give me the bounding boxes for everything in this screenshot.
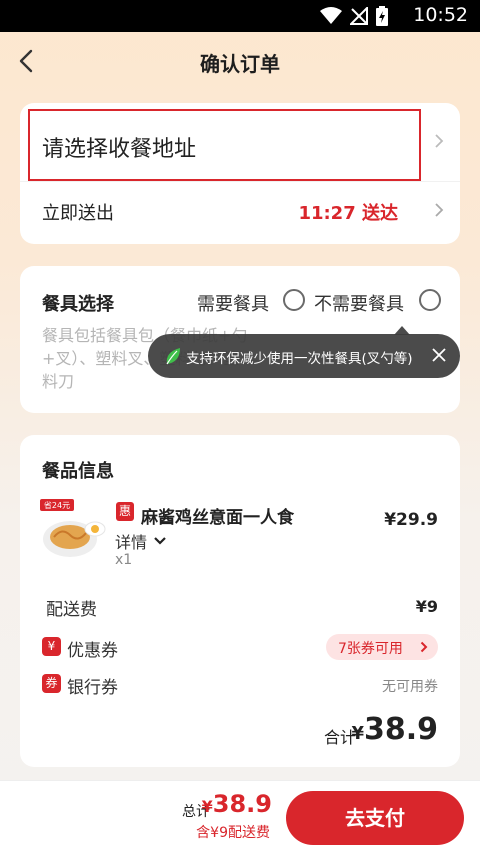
status-bar: 10:52: [0, 0, 480, 32]
chevron-right-icon: [420, 641, 428, 653]
address-card: 请选择收餐地址 立即送出 11:27 送达: [20, 103, 460, 244]
image-promo-text: 省24元: [44, 500, 70, 510]
nav-bar: 确认订单: [0, 32, 480, 90]
chevron-down-icon: [154, 537, 166, 545]
delivery-fee-label: 配送费: [46, 600, 97, 620]
delivery-fee-value: ¥9: [415, 597, 438, 616]
tooltip-text: 支持环保减少使用一次性餐具(叉勺等): [186, 351, 413, 367]
chevron-right-icon: [435, 134, 444, 148]
leaf-icon: [166, 348, 180, 365]
option-need-utensils-radio[interactable]: [283, 289, 305, 311]
wifi-icon: [320, 7, 342, 24]
battery-charging-icon: [376, 6, 388, 26]
coupon-icon: ¥: [42, 637, 61, 656]
grand-total-currency: ¥: [201, 797, 213, 816]
chevron-right-icon: [435, 203, 444, 217]
option-no-utensils-label[interactable]: 不需要餐具: [314, 290, 404, 316]
option-need-utensils-label[interactable]: 需要餐具: [197, 290, 269, 316]
checkout-bar: 总计 ¥38.9 含¥9配送费 去支付: [0, 780, 480, 853]
delivery-time-row[interactable]: 立即送出 11:27 送达: [20, 181, 460, 241]
discount-badge: 惠: [116, 502, 134, 521]
coupon-available-button[interactable]: 7张券可用: [326, 634, 438, 660]
address-placeholder: 请选择收餐地址: [42, 137, 197, 162]
meal-info-title: 餐品信息: [42, 461, 114, 482]
option-no-utensils-radio[interactable]: [419, 289, 441, 311]
meal-info-card: 餐品信息 省24元 惠 麻酱鸡丝意面一人食 ¥29.9 详情 x1 配送费 ¥9…: [20, 435, 460, 767]
grand-total-value: ¥38.9: [202, 790, 272, 818]
page-title: 确认订单: [200, 52, 280, 76]
subtotal-amount: 38.9: [363, 712, 438, 747]
address-selector[interactable]: 请选择收餐地址: [28, 109, 421, 181]
delivery-eta: 11:27 送达: [298, 203, 398, 224]
item-details-toggle[interactable]: 详情: [115, 529, 167, 553]
item-name: 麻酱鸡丝意面一人食: [141, 508, 294, 528]
bank-coupon-label: 银行券: [67, 678, 118, 698]
bank-coupon-value: 无可用券: [382, 679, 438, 695]
bank-coupon-icon: 券: [42, 674, 61, 693]
no-signal-icon: [350, 7, 368, 25]
eco-tooltip: 支持环保减少使用一次性餐具(叉勺等): [148, 334, 460, 378]
delivery-label: 立即送出: [42, 203, 114, 224]
details-label: 详情: [115, 533, 148, 552]
grand-total-amount: 38.9: [212, 790, 272, 818]
close-icon[interactable]: [432, 348, 446, 362]
item-quantity: x1: [115, 552, 133, 568]
subtotal-currency: ¥: [351, 723, 364, 744]
status-icons: [320, 6, 388, 26]
utensils-title: 餐具选择: [42, 294, 114, 315]
pay-button[interactable]: 去支付: [286, 791, 464, 845]
delivery-fee-note: 含¥9配送费: [196, 825, 270, 841]
status-time: 10:52: [413, 4, 468, 26]
coupon-available-text: 7张券可用: [338, 641, 403, 657]
subtotal-value: ¥38.9: [351, 712, 438, 747]
coupon-label: 优惠券: [67, 641, 118, 661]
item-price: ¥29.9: [384, 510, 438, 530]
food-image: 省24元: [40, 499, 106, 557]
